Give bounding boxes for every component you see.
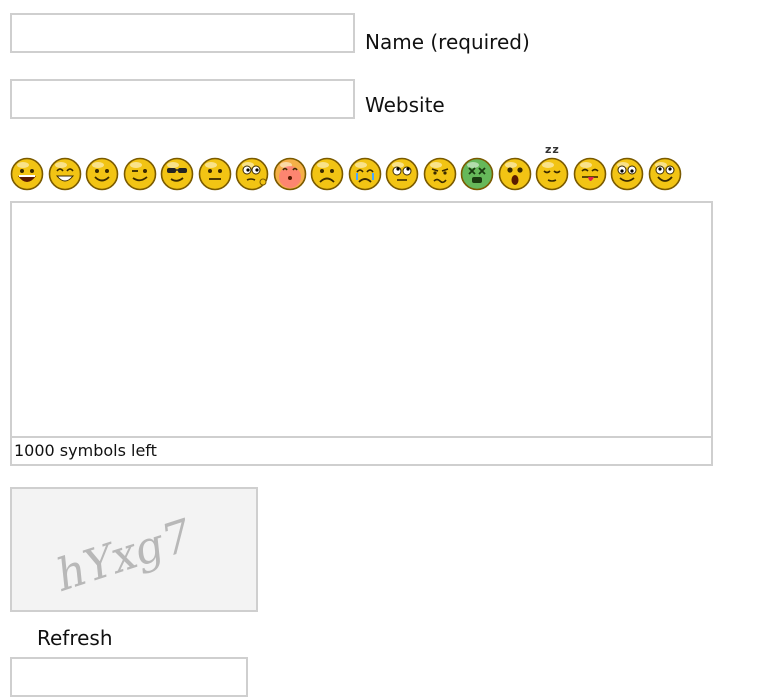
- sad-icon[interactable]: [310, 157, 344, 191]
- cry-icon[interactable]: [348, 157, 382, 191]
- captcha-image: hYxg7: [10, 487, 258, 612]
- tongue-icon[interactable]: [573, 157, 607, 191]
- captcha-graphic: hYxg7: [55, 509, 192, 603]
- name-label: Name (required): [365, 30, 530, 54]
- laugh-icon[interactable]: [648, 157, 682, 191]
- refresh-captcha-link[interactable]: Refresh: [37, 626, 113, 650]
- wink-icon[interactable]: [123, 157, 157, 191]
- smiley-toolbar: zz: [10, 143, 760, 201]
- symbols-left-counter: 1000 symbols left: [10, 436, 713, 466]
- name-input[interactable]: [10, 13, 355, 53]
- svg-text:hYxg7: hYxg7: [55, 509, 192, 603]
- sleepy-icon[interactable]: [535, 157, 569, 191]
- eyeroll-icon[interactable]: [385, 157, 419, 191]
- symbols-left-text: 1000 symbols left: [14, 441, 157, 460]
- confused-icon[interactable]: [423, 157, 457, 191]
- surprised-icon[interactable]: [498, 157, 532, 191]
- neutral-icon[interactable]: [198, 157, 232, 191]
- big-grin-icon[interactable]: [10, 157, 44, 191]
- thinking-icon[interactable]: [235, 157, 269, 191]
- captcha-input[interactable]: [10, 657, 248, 697]
- message-textarea[interactable]: [10, 201, 713, 438]
- smile-icon[interactable]: [85, 157, 119, 191]
- cool-icon[interactable]: [160, 157, 194, 191]
- website-input[interactable]: [10, 79, 355, 119]
- blush-icon[interactable]: [273, 157, 307, 191]
- sleepy-caption: zz: [545, 143, 560, 156]
- happy-eyes-icon[interactable]: [610, 157, 644, 191]
- grin-icon[interactable]: [48, 157, 82, 191]
- sick-icon[interactable]: [460, 157, 494, 191]
- website-label: Website: [365, 93, 445, 117]
